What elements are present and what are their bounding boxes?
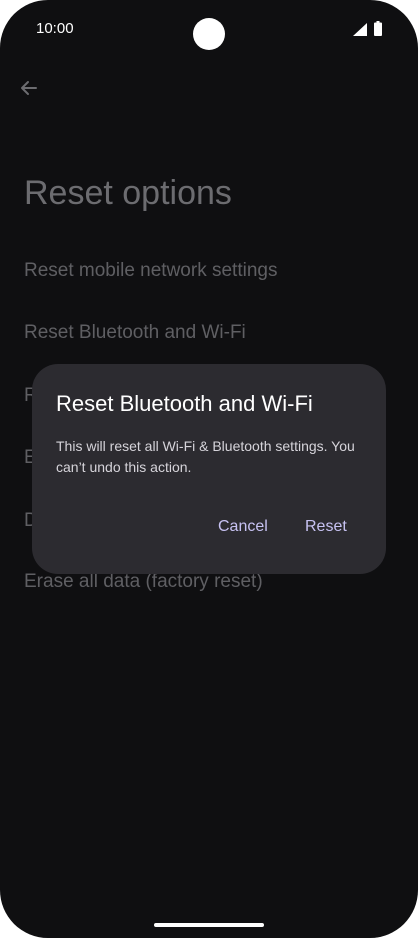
cancel-button[interactable]: Cancel — [212, 514, 274, 540]
dialog-title: Reset Bluetooth and Wi-Fi — [56, 391, 313, 416]
reset-button[interactable]: Reset — [299, 514, 353, 540]
reset-dialog: Reset Bluetooth and Wi-Fi This will rese… — [32, 364, 386, 574]
phone-screen: 10:00 Reset options Reset mobile network… — [0, 0, 418, 938]
home-indicator[interactable] — [154, 923, 264, 927]
dialog-message: This will reset all Wi-Fi & Bluetooth se… — [56, 438, 355, 475]
